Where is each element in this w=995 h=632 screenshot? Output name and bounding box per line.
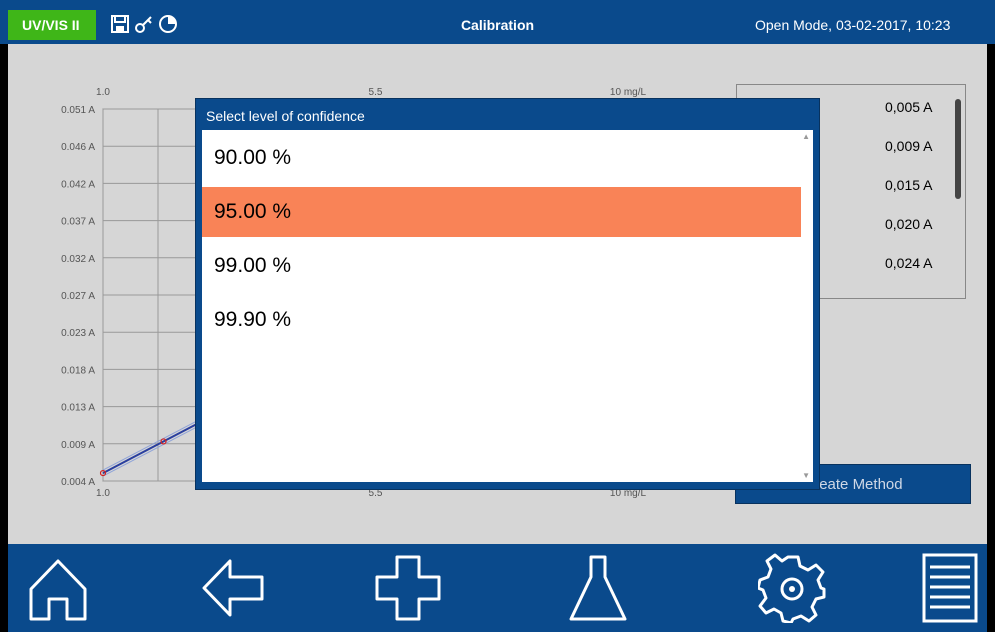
menu-button[interactable] (913, 544, 987, 632)
row-absorbance: 0,020 A (885, 216, 933, 232)
y-tick-label: 0.004 A (61, 477, 95, 488)
flask-button[interactable] (548, 544, 648, 632)
row-absorbance: 0,009 A (885, 138, 933, 154)
x-tick-label-bottom: 5.5 (369, 488, 383, 499)
settings-button[interactable] (743, 544, 843, 632)
y-tick-label: 0.018 A (61, 365, 95, 376)
x-tick-label-bottom: 10 mg/L (610, 488, 647, 499)
table-scrollbar[interactable] (955, 91, 961, 291)
y-tick-label: 0.027 A (61, 291, 95, 302)
confidence-option[interactable]: 99.00 % (202, 241, 801, 291)
confidence-modal: Select level of confidence 90.00 % 95.00 … (196, 99, 819, 489)
y-tick-label: 0.009 A (61, 440, 95, 451)
mode-datetime: Open Mode, 03-02-2017, 10:23 (755, 17, 951, 33)
row-absorbance: 0,024 A (885, 255, 933, 271)
y-tick-label: 0.037 A (61, 217, 95, 228)
confidence-option-list[interactable]: 90.00 % 95.00 % 99.00 % 99.90 % ▲ ▼ (202, 130, 813, 482)
confidence-option[interactable]: 95.00 % (202, 187, 801, 237)
confidence-option[interactable]: 90.00 % (202, 133, 801, 183)
y-tick-label: 0.023 A (61, 328, 95, 339)
scroll-down-icon[interactable]: ▼ (802, 471, 810, 480)
x-tick-label-top: 5.5 (369, 87, 383, 98)
bottom-nav-bar (8, 544, 987, 632)
home-icon (23, 553, 93, 623)
back-arrow-icon (198, 553, 268, 623)
menu-list-icon (920, 551, 980, 625)
back-button[interactable] (183, 544, 283, 632)
header-bar: UV/VIS II Calibration Open Mode, 03-02-2… (0, 0, 995, 44)
scrollbar-thumb[interactable] (955, 99, 961, 199)
row-absorbance: 0,005 A (885, 99, 933, 115)
add-button[interactable] (358, 544, 458, 632)
y-tick-label: 0.032 A (61, 254, 95, 265)
y-tick-label: 0.013 A (61, 403, 95, 414)
home-button[interactable] (8, 544, 108, 632)
modal-title: Select level of confidence (206, 108, 365, 124)
x-tick-label-bottom: 1.0 (96, 488, 110, 499)
y-tick-label: 0.051 A (61, 105, 95, 116)
x-tick-label-top: 1.0 (96, 87, 110, 98)
add-icon (373, 553, 443, 623)
x-tick-label-top: 10 mg/L (610, 87, 647, 98)
confidence-option[interactable]: 99.90 % (202, 295, 801, 345)
row-absorbance: 0,015 A (885, 177, 933, 193)
flask-icon (563, 553, 633, 623)
y-tick-label: 0.042 A (61, 179, 95, 190)
scroll-up-icon[interactable]: ▲ (802, 132, 810, 141)
y-tick-label: 0.046 A (61, 142, 95, 153)
settings-gear-icon (758, 553, 828, 623)
